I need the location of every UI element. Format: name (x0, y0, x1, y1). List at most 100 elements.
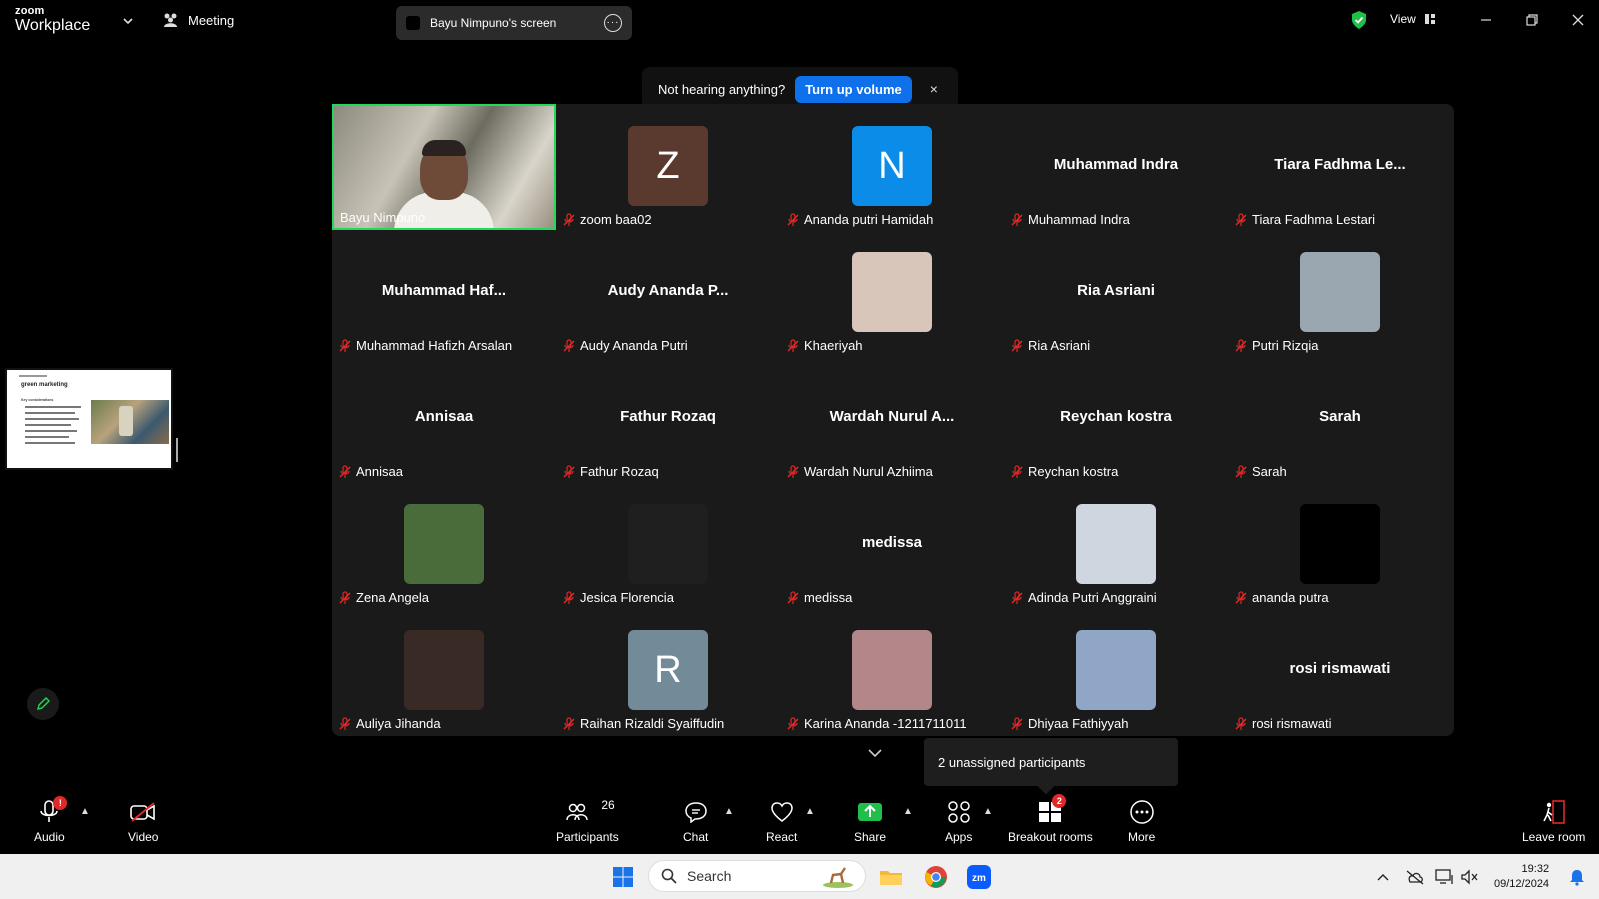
meeting-menu[interactable]: Meeting (162, 12, 234, 28)
participant-tile[interactable]: Sarah Sarah (1228, 356, 1452, 482)
apps-button[interactable]: Apps (945, 796, 972, 844)
participant-tile[interactable]: R Raihan Rizaldi Syaiffudin (556, 608, 780, 734)
notifications-button[interactable] (1562, 862, 1592, 892)
gallery-next-page-button[interactable] (860, 742, 890, 764)
unassigned-participants-tooltip: 2 unassigned participants (924, 738, 1178, 786)
participant-display-name: Reychan kostra (1060, 408, 1172, 425)
participant-tile[interactable]: medissa medissa (780, 482, 1004, 608)
chevron-down-icon[interactable] (121, 14, 135, 28)
participant-tile[interactable]: Muhammad Indra Muhammad Indra (1004, 104, 1228, 230)
participant-tile[interactable]: Fathur Rozaq Fathur Rozaq (556, 356, 780, 482)
participant-tile[interactable]: Tiara Fadhma Le... Tiara Fadhma Lestari (1228, 104, 1452, 230)
slide-text-line (25, 430, 77, 432)
participant-tile[interactable]: Ria Asriani Ria Asriani (1004, 230, 1228, 356)
audio-options-caret-icon[interactable]: ▲ (80, 806, 90, 817)
participant-tile[interactable]: ananda putra (1228, 482, 1452, 608)
muted-mic-icon (787, 464, 799, 478)
muted-mic-icon (1011, 212, 1023, 226)
participant-tile[interactable]: Audy Ananda P... Audy Ananda Putri (556, 230, 780, 356)
participants-label: Participants (556, 830, 619, 844)
brand-bottom: Workplace (15, 17, 91, 34)
view-menu[interactable]: View (1390, 12, 1436, 26)
muted-mic-icon (563, 464, 575, 478)
notification-close-icon[interactable]: × (930, 81, 938, 97)
close-window-button[interactable] (1568, 10, 1588, 30)
participant-photo (1076, 630, 1156, 710)
search-highlight-icon (823, 867, 853, 888)
participant-name: Muhammad Hafizh Arsalan (356, 338, 513, 353)
participant-avatar: Z (628, 126, 708, 206)
participant-display-name: Tiara Fadhma Le... (1274, 156, 1406, 173)
zoom-logo[interactable]: zoom Workplace (15, 6, 90, 34)
file-explorer-taskbar-button[interactable] (876, 862, 906, 892)
participant-tile[interactable]: Reychan kostra Reychan kostra (1004, 356, 1228, 482)
apps-icon (947, 801, 970, 823)
participant-tile[interactable]: Annisaa Annisaa (332, 356, 556, 482)
display-icon (1435, 869, 1453, 884)
taskbar-search[interactable]: Search (648, 860, 866, 892)
participant-photo (404, 504, 484, 584)
zoom-taskbar-button[interactable]: zm (964, 862, 994, 892)
participant-tile[interactable]: Jesica Florencia (556, 482, 780, 608)
thumbnail-resize-handle[interactable] (176, 438, 178, 462)
svg-text:zm: zm (972, 873, 986, 884)
muted-mic-icon (787, 590, 799, 604)
participant-tile[interactable]: Bayu Nimpuno (332, 104, 556, 230)
video-button[interactable]: Video (128, 796, 158, 844)
participant-tile[interactable]: Khaeriyah (780, 230, 1004, 356)
participant-name-label: Tiara Fadhma Lestari (1234, 212, 1375, 227)
participant-tile[interactable]: Muhammad Haf... Muhammad Hafizh Arsalan (332, 230, 556, 356)
participant-display-name: Ria Asriani (1077, 282, 1155, 299)
chat-options-caret-icon[interactable]: ▲ (724, 806, 734, 817)
participant-tile[interactable]: Wardah Nurul A... Wardah Nurul Azhiima (780, 356, 1004, 482)
participant-tile[interactable]: Zzoom baa02 (556, 104, 780, 230)
participant-name-label: Audy Ananda Putri (562, 338, 688, 353)
participant-name-label: Auliya Jihanda (338, 716, 441, 731)
apps-label: Apps (945, 830, 973, 844)
participant-tile[interactable]: N Ananda putri Hamidah (780, 104, 1004, 230)
participant-name: Karina Ananda -1211711011 (804, 716, 967, 731)
apps-options-caret-icon[interactable]: ▲ (983, 806, 993, 817)
participants-button[interactable]: 26 Participants (556, 796, 619, 844)
participant-tile[interactable]: Adinda Putri Anggraini (1004, 482, 1228, 608)
participant-tile[interactable]: rosi rismawati rosi rismawati (1228, 608, 1452, 734)
shared-screen-pill[interactable]: Bayu Nimpuno's screen ··· (396, 6, 632, 40)
chat-button[interactable]: Chat (683, 796, 708, 844)
more-button[interactable]: More (1128, 796, 1155, 844)
leave-room-button[interactable]: Leave room (1522, 796, 1585, 844)
participant-display-name: Wardah Nurul A... (829, 408, 955, 425)
start-button[interactable] (608, 862, 638, 892)
muted-mic-icon (1235, 464, 1247, 478)
participant-display-name: medissa (861, 534, 923, 551)
participant-tile[interactable]: Putri Rizqia (1228, 230, 1452, 356)
participant-tile[interactable]: Karina Ananda -1211711011 (780, 608, 1004, 734)
chrome-taskbar-button[interactable] (921, 862, 951, 892)
clock-time: 19:32 (1521, 863, 1550, 875)
shared-screen-thumbnail[interactable]: green marketing Key considerations (5, 368, 173, 470)
minimize-button[interactable] (1476, 10, 1496, 30)
participant-name-label: Adinda Putri Anggraini (1010, 590, 1157, 605)
participant-tile[interactable]: Dhiyaa Fathiyyah (1004, 608, 1228, 734)
react-button[interactable]: React (766, 796, 797, 844)
participant-name-label: Jesica Florencia (562, 590, 674, 605)
system-clock[interactable]: 19:32 09/12/2024 (1494, 862, 1549, 892)
annotate-button[interactable] (27, 688, 59, 720)
breakout-rooms-button[interactable]: 2 Breakout rooms (1008, 794, 1093, 844)
audio-button[interactable]: ! Audio (34, 796, 68, 844)
restore-button[interactable] (1522, 10, 1542, 30)
show-hidden-icons-button[interactable] (1368, 862, 1398, 892)
share-button[interactable]: Share (854, 796, 886, 844)
more-options-icon[interactable]: ··· (604, 14, 622, 32)
muted-mic-icon (563, 590, 575, 604)
share-options-caret-icon[interactable]: ▲ (903, 806, 913, 817)
onedrive-tray-button[interactable] (1400, 862, 1430, 892)
muted-mic-icon (787, 716, 799, 730)
participant-name: Reychan kostra (1028, 464, 1119, 479)
muted-mic-icon (563, 716, 575, 730)
turn-up-volume-button[interactable]: Turn up volume (795, 75, 912, 103)
react-options-caret-icon[interactable]: ▲ (805, 806, 815, 817)
participant-tile[interactable]: Auliya Jihanda (332, 608, 556, 734)
participant-tile[interactable]: Zena Angela (332, 482, 556, 608)
volume-tray-button[interactable] (1455, 862, 1485, 892)
security-shield-icon[interactable] (1350, 10, 1368, 30)
